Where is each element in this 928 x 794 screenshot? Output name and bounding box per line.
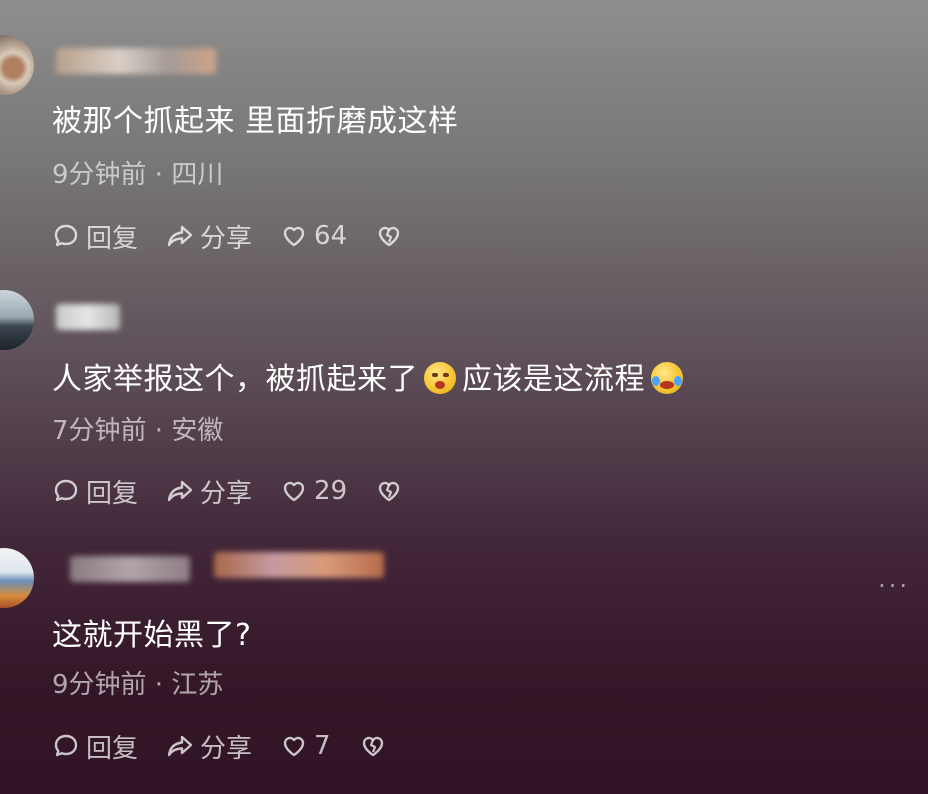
share-arrow-icon: [167, 225, 193, 247]
comment-bubble-icon: [54, 479, 78, 502]
heart-outline-icon: [283, 736, 305, 757]
reply-label: 回复: [86, 223, 139, 254]
dislike-button[interactable]: [375, 222, 409, 250]
username-blurred[interactable]: [56, 48, 216, 74]
like-button[interactable]: 29: [280, 476, 347, 506]
comment-bubble-icon: [54, 734, 78, 757]
reply-button[interactable]: 回复: [52, 728, 138, 765]
like-button[interactable]: 64: [280, 221, 347, 251]
comment-actions: 回复 分享 29: [52, 474, 437, 509]
comment-text: 这就开始黑了?: [52, 618, 252, 653]
comment-text-part2: 应该是这流程: [462, 362, 645, 397]
like-count: 7: [314, 731, 331, 761]
avatar[interactable]: [0, 35, 34, 95]
reply-label: 回复: [86, 733, 139, 764]
comment-item: 人家举报这个，被抓起来了 应该是这流程 7分钟前 · 安徽 回复 分享 29: [0, 250, 928, 509]
share-label: 分享: [200, 223, 253, 254]
comment-meta: 9分钟前 · 四川: [52, 160, 224, 190]
avatar[interactable]: [0, 548, 34, 608]
comment-item: 被那个抓起来 里面折磨成这样 9分钟前 · 四川 回复 分享 64: [0, 0, 928, 255]
comment-text-part1: 人家举报这个，被抓起来了: [52, 362, 418, 397]
username-blurred[interactable]: [56, 304, 120, 330]
comment-actions: 回复 分享 7: [52, 728, 421, 765]
comment-text: 被那个抓起来 里面折磨成这样: [52, 104, 459, 139]
reply-button[interactable]: 回复: [52, 218, 138, 255]
dislike-button[interactable]: [359, 732, 393, 760]
dislike-button[interactable]: [375, 477, 409, 505]
share-arrow-icon: [167, 735, 193, 757]
username-badge-blurred[interactable]: [214, 552, 384, 578]
more-dots-icon[interactable]: ···: [878, 572, 910, 600]
comment-actions: 回复 分享 64: [52, 218, 437, 255]
avatar[interactable]: [0, 290, 34, 350]
like-count: 64: [314, 221, 348, 251]
share-label: 分享: [200, 733, 253, 764]
heart-outline-icon: [283, 226, 305, 247]
kissing-face-emoji: [424, 362, 456, 394]
heart-outline-icon: [283, 481, 305, 502]
share-arrow-icon: [167, 480, 193, 502]
share-button[interactable]: 分享: [166, 218, 252, 255]
comment-text: 人家举报这个，被抓起来了 应该是这流程: [52, 360, 689, 400]
broken-heart-icon: [378, 481, 400, 502]
broken-heart-icon: [362, 736, 383, 757]
comment-meta: 9分钟前 · 江苏: [52, 670, 224, 700]
like-count: 29: [314, 476, 348, 506]
broken-heart-icon: [378, 226, 400, 247]
comment-bubble-icon: [54, 224, 78, 247]
username-blurred[interactable]: [70, 556, 190, 582]
rolling-laughing-emoji: [651, 362, 683, 394]
comment-meta: 7分钟前 · 安徽: [52, 416, 224, 446]
share-button[interactable]: 分享: [166, 728, 252, 765]
like-button[interactable]: 7: [280, 731, 331, 761]
comment-item: ··· 这就开始黑了? 9分钟前 · 江苏 回复 分享 7: [0, 504, 928, 764]
